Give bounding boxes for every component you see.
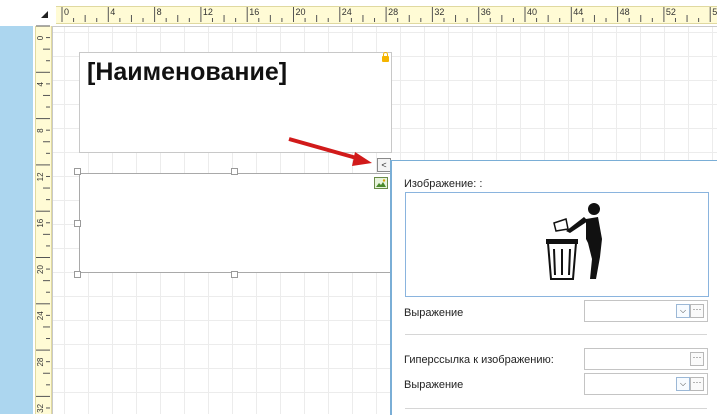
expression-combo[interactable]: ⌵ ··· — [584, 300, 708, 322]
expression2-builder-button[interactable]: ··· — [690, 377, 704, 391]
ruler-label: 28 — [36, 357, 45, 366]
trash-person-icon — [546, 203, 602, 280]
expression2-label: Выражение — [404, 379, 464, 391]
ruler-label: 56 — [712, 7, 717, 17]
horizontal-ruler: 048121620242832364044485256 — [52, 0, 717, 27]
ruler-label: 8 — [157, 7, 162, 17]
ruler-label: 8 — [36, 128, 45, 133]
ruler-label: 44 — [573, 7, 583, 17]
ruler-label: 48 — [620, 7, 630, 17]
ruler-label: 12 — [36, 172, 45, 181]
vertical-ruler-margin — [0, 26, 33, 414]
hyperlink-field[interactable]: ··· — [584, 348, 708, 370]
separator — [405, 334, 707, 335]
image-report-item[interactable] — [79, 173, 392, 273]
ruler-label: 24 — [342, 7, 352, 17]
image-icon — [374, 177, 388, 189]
ruler-label: 16 — [249, 7, 259, 17]
ruler-label: 24 — [36, 311, 45, 320]
vertical-ruler: 0 4 8 12 16 20 24 28 32 — [33, 25, 53, 414]
ruler-label: 0 — [64, 7, 69, 17]
expression-builder-button[interactable]: ··· — [690, 304, 704, 318]
ruler-corner-triangle-icon — [41, 11, 48, 18]
image-preview[interactable] — [405, 192, 709, 297]
hyperlink-builder-button[interactable]: ··· — [690, 352, 704, 366]
vertical-ruler-ticks: 0 4 8 12 16 20 24 28 32 — [36, 25, 50, 413]
lock-icon — [382, 52, 389, 62]
ruler-label: 28 — [388, 7, 398, 17]
ruler-label: 32 — [434, 7, 444, 17]
ruler-corner — [0, 0, 33, 26]
ruler-label: 20 — [36, 265, 45, 274]
ruler-label: 4 — [110, 7, 115, 17]
chevron-down-icon[interactable]: ⌵ — [676, 377, 690, 391]
collapse-smart-tag-button[interactable]: < — [377, 158, 391, 172]
ruler-label: 20 — [296, 7, 306, 17]
ruler-label: 12 — [203, 7, 213, 17]
resize-handle-bottom-center[interactable] — [231, 271, 238, 278]
image-label: Изображение: : — [404, 178, 483, 190]
resize-handle-bottom-left[interactable] — [74, 271, 81, 278]
chevron-down-icon[interactable]: ⌵ — [676, 304, 690, 318]
expression2-combo[interactable]: ⌵ ··· — [584, 373, 708, 395]
horizontal-ruler-ticks: 048121620242832364044485256 — [61, 7, 717, 22]
title-textbox[interactable]: [Наименование] — [79, 52, 392, 153]
ruler-label: 32 — [36, 403, 45, 412]
ruler-label: 36 — [481, 7, 491, 17]
ruler-label: 16 — [36, 218, 45, 227]
image-tasks-panel: Изображение: : Выражение ⌵ ··· Гиперссыл… — [390, 160, 717, 415]
ruler-label: 0 — [36, 35, 45, 40]
resize-handle-top-center[interactable] — [231, 168, 238, 175]
ruler-label: 4 — [36, 82, 45, 87]
resize-handle-top-left[interactable] — [74, 168, 81, 175]
separator — [405, 408, 707, 409]
expression-label: Выражение — [404, 307, 464, 319]
title-placeholder: [Наименование] — [87, 58, 288, 86]
ruler-label: 52 — [666, 7, 676, 17]
hyperlink-label: Гиперссылка к изображению: — [404, 354, 554, 366]
resize-handle-middle-left[interactable] — [74, 220, 81, 227]
ruler-label: 40 — [527, 7, 537, 17]
